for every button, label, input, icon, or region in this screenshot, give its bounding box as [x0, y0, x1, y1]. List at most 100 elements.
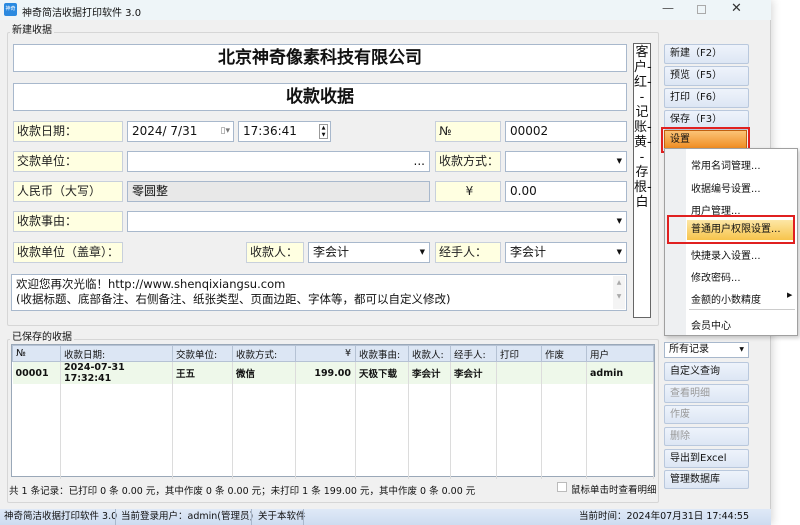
handler-value: 李会计 [510, 245, 547, 259]
payer-browse-button[interactable]: ... [414, 152, 425, 171]
export-excel-button[interactable]: 导出到Excel [664, 449, 749, 468]
main-window: 神奇 神奇简洁收据打印软件 3.0 — ✕ 新建收据 北京神奇像素科技有限公司 … [0, 0, 771, 525]
column-header[interactable]: ¥ [295, 345, 356, 362]
column-header[interactable]: 交款单位: [172, 345, 233, 362]
column-header[interactable]: 用户 [586, 345, 654, 362]
new-receipt-group-label: 新建收据 [10, 21, 54, 36]
menu-item-decimal-precision[interactable]: 金额的小数精度 [691, 291, 761, 306]
column-header[interactable]: 收款方式: [232, 345, 296, 362]
menu-item-common-terms[interactable]: 常用名词管理... [691, 157, 761, 172]
click-detail-label: 鼠标单击时查看明细 [571, 485, 657, 496]
rmb-upper-label: 人民币（大写） [13, 181, 123, 202]
time-field[interactable]: 17:36:41 ▲ ▼ [238, 121, 331, 142]
print-button[interactable]: 打印（F6） [664, 88, 749, 108]
date-value: 2024/ 7/31 [132, 124, 198, 138]
table-cell: 199.00 [295, 361, 356, 384]
status-bar: 神奇简洁收据打印软件 3.0 当前登录用户：admin(管理员) 关于本软件 当… [0, 509, 771, 525]
submenu-arrow-icon: ▶ [787, 291, 793, 299]
amount-field[interactable]: 0.00 [505, 181, 627, 202]
table-row[interactable]: 00001 2024-07-31 17:32:41 王五 微信 199.00 天极下载 李会… [12, 361, 654, 384]
table-cell: 王五 [172, 361, 233, 384]
about-link[interactable]: 关于本软件 [258, 509, 306, 525]
empty-row [12, 384, 654, 479]
summary-text: 共 1 条记录：已打印 0 条 0.00 元，其中作废 0 条 0.00 元；未… [9, 486, 476, 497]
footer-note-textarea[interactable]: 欢迎您再次光临！http://www.shenqixiangsu.com (收据… [11, 274, 627, 311]
table-cell: 天极下载 [355, 361, 409, 384]
window-title: 神奇简洁收据打印软件 3.0 [22, 8, 142, 19]
saved-receipts-table: № 收款日期: 交款单位: 收款方式: ¥ 收款事由: 收款人: 经手人: 打印 作废 用户 000… [11, 344, 655, 479]
column-header[interactable]: 收款事由: [355, 345, 409, 362]
menu-item-member-center[interactable]: 会员中心 [691, 317, 731, 332]
table-cell [541, 361, 587, 384]
menu-item-receipt-number-settings[interactable]: 收据编号设置... [691, 180, 761, 195]
filter-value: 所有记录 [669, 344, 709, 355]
menu-separator [689, 309, 795, 310]
title-bar: 神奇 神奇简洁收据打印软件 3.0 — ✕ [0, 0, 771, 20]
status-current-user: 当前登录用户：admin(管理员) [121, 511, 254, 522]
payer-label: 交款单位： [13, 151, 123, 172]
handler-label: 经手人： [435, 242, 501, 263]
table-cell [496, 361, 542, 384]
reason-select[interactable]: ▼ [127, 211, 627, 232]
table-cell: 李会计 [450, 361, 497, 384]
close-button[interactable]: ✕ [731, 1, 742, 16]
receiver-value: 李会计 [313, 245, 350, 259]
rmb-upper-field: 零圆整 [127, 181, 430, 202]
column-header[interactable]: № [12, 345, 61, 362]
permission-item-outline [667, 215, 795, 244]
stamp-label: 收款单位（盖章）： [13, 242, 123, 263]
date-label: 收款日期： [13, 121, 123, 142]
time-spinner[interactable]: ▲ ▼ [319, 124, 328, 139]
table-cell: 微信 [232, 361, 296, 384]
app-logo-icon: 神奇 [4, 3, 17, 16]
custom-query-button[interactable]: 自定义查询 [664, 362, 749, 381]
status-app-name: 神奇简洁收据打印软件 3.0 [4, 511, 118, 522]
manage-database-button[interactable]: 管理数据库 [664, 470, 749, 489]
calendar-dropdown-icon[interactable]: ▯▾ [221, 122, 230, 141]
note-line-2: (收据标题、底部备注、右侧备注、纸张类型、页面边距、字体等，都可以自定义修改) [16, 292, 451, 306]
chevron-down-icon: ▼ [616, 248, 622, 256]
click-detail-checkbox[interactable] [557, 482, 567, 492]
number-field[interactable]: 00002 [505, 121, 627, 142]
date-picker[interactable]: 2024/ 7/31 ▯▾ [127, 121, 234, 142]
chevron-down-icon: ▼ [739, 346, 744, 353]
payer-field[interactable]: ... [127, 151, 430, 172]
preview-button[interactable]: 预览（F5） [664, 66, 749, 86]
menu-item-quick-entry-settings[interactable]: 快捷录入设置... [691, 247, 761, 262]
note-scrollbar[interactable]: ▲ ▼ [613, 276, 625, 309]
column-header[interactable]: 收款人: [408, 345, 451, 362]
yen-label: ¥ [435, 181, 501, 202]
view-detail-button[interactable]: 查看明细 [664, 384, 749, 403]
maximize-button[interactable] [697, 5, 706, 14]
chevron-down-icon: ▼ [616, 217, 622, 225]
number-label: № [435, 121, 501, 142]
column-header[interactable]: 收款日期: [60, 345, 173, 362]
column-header[interactable]: 作废 [541, 345, 587, 362]
copy-color-side-note: 客户-红--记账-黄--存根-白 [633, 43, 652, 318]
void-button[interactable]: 作废 [664, 405, 749, 424]
new-button[interactable]: 新建（F2） [664, 44, 749, 64]
method-label: 收款方式： [435, 151, 501, 172]
table-cell: 李会计 [408, 361, 451, 384]
minimize-button[interactable]: — [662, 1, 674, 15]
table-cell: admin [586, 361, 654, 384]
time-value: 17:36:41 [243, 124, 297, 138]
saved-receipts-group-label: 已保存的收据 [10, 328, 74, 343]
receipt-title-field[interactable]: 收款收据 [13, 83, 627, 111]
company-name-field[interactable]: 北京神奇像素科技有限公司 [13, 44, 627, 72]
menu-item-change-password[interactable]: 修改密码... [691, 269, 741, 284]
method-select[interactable]: ▼ [505, 151, 627, 172]
status-current-time: 当前时间：2024年07月31日 17:44:55 [578, 511, 749, 522]
column-header[interactable]: 打印 [496, 345, 542, 362]
delete-button[interactable]: 删除 [664, 427, 749, 446]
settings-menu: 常用名词管理... 收据编号设置... 用户管理... 普通用户权限设置... 快捷录入… [664, 148, 798, 336]
reason-label: 收款事由： [13, 211, 123, 232]
table-cell: 2024-07-31 17:32:41 [60, 361, 173, 384]
handler-select[interactable]: 李会计 ▼ [505, 242, 627, 263]
receiver-select[interactable]: 李会计 ▼ [308, 242, 430, 263]
table-cell: 00001 [12, 361, 61, 384]
chevron-down-icon: ▼ [419, 248, 425, 256]
column-header[interactable]: 经手人: [450, 345, 497, 362]
note-line-1: 欢迎您再次光临！http://www.shenqixiangsu.com [16, 277, 286, 291]
record-filter-select[interactable]: 所有记录 ▼ [664, 342, 749, 358]
